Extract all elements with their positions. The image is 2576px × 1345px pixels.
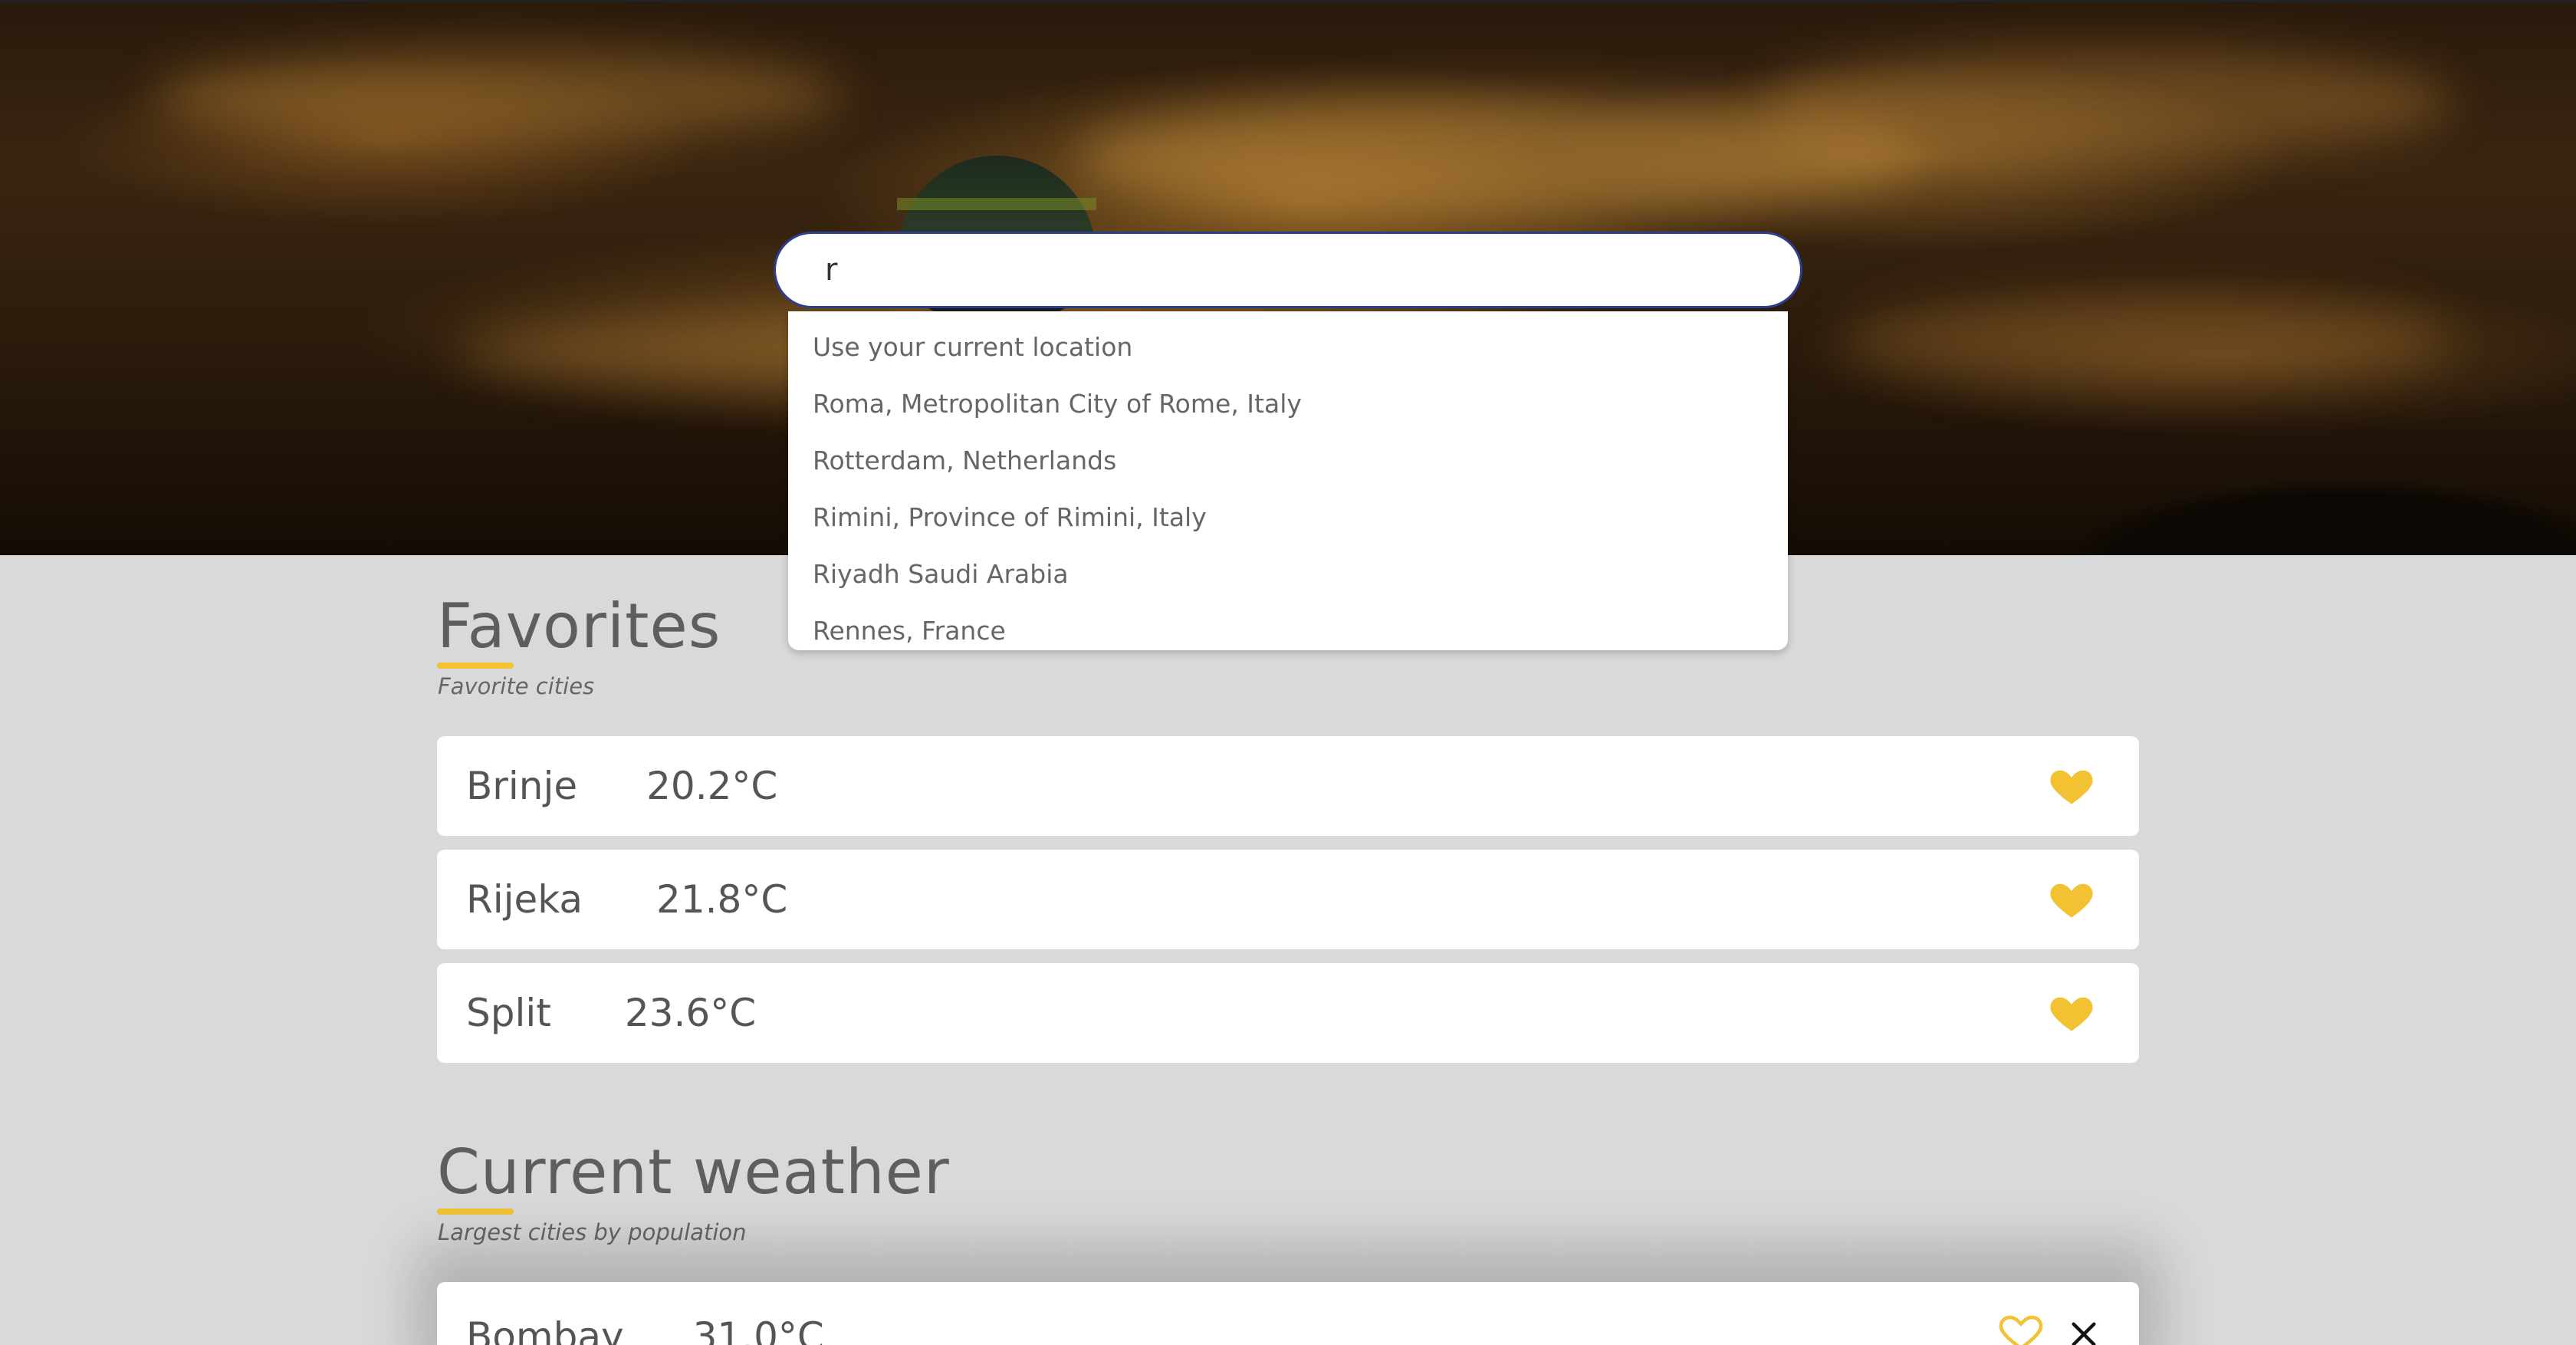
close-icon[interactable] (2068, 1319, 2099, 1345)
heart-filled-icon[interactable] (2049, 991, 2095, 1037)
cloud-shape (153, 48, 843, 140)
city-temperature: 21.8°C (656, 877, 788, 922)
suggestion-item[interactable]: Roma, Metropolitan City of Rome, Italy (788, 376, 1788, 432)
current-weather-title: Current weather (437, 1136, 950, 1208)
city-name: Rijeka (466, 877, 583, 922)
city-name: Brinje (466, 764, 578, 808)
city-name: Split (466, 991, 551, 1035)
city-temperature: 31.0°C (692, 1314, 824, 1345)
suggestion-item[interactable]: Riyadh Saudi Arabia (788, 546, 1788, 603)
search-bar[interactable] (774, 232, 1802, 308)
city-temperature: 23.6°C (624, 991, 757, 1035)
suggestion-current-location[interactable]: Use your current location (788, 319, 1788, 376)
favorites-title: Favorites (437, 590, 721, 662)
cloud-shape (1840, 294, 2453, 386)
heart-filled-icon[interactable] (2049, 877, 2095, 923)
heart-outline-icon[interactable] (1998, 1310, 2044, 1345)
city-temperature: 20.2°C (646, 764, 778, 808)
favorites-underline (437, 663, 514, 669)
heart-filled-icon[interactable] (2049, 764, 2095, 810)
current-weather-subtitle: Largest cities by population (438, 1219, 747, 1245)
current-weather-underline (437, 1209, 514, 1215)
cloud-shape (1763, 48, 2453, 156)
favorite-card[interactable]: Brinje 20.2°C (437, 736, 2139, 836)
city-name: Bombay (466, 1314, 624, 1345)
tree-silhouette (1886, 402, 2576, 555)
weather-card[interactable]: Bombay 31.0°C (437, 1282, 2139, 1345)
favorites-subtitle: Favorite cities (438, 673, 595, 699)
suggestion-item[interactable]: Rennes, France (788, 603, 1788, 659)
suggestion-item[interactable]: Rotterdam, Netherlands (788, 432, 1788, 489)
search-suggestions: Use your current location Roma, Metropol… (788, 311, 1788, 650)
favorite-card[interactable]: Split 23.6°C (437, 963, 2139, 1063)
search-input[interactable] (825, 252, 1800, 288)
suggestion-item[interactable]: Rimini, Province of Rimini, Italy (788, 489, 1788, 546)
favorite-card[interactable]: Rijeka 21.8°C (437, 850, 2139, 949)
